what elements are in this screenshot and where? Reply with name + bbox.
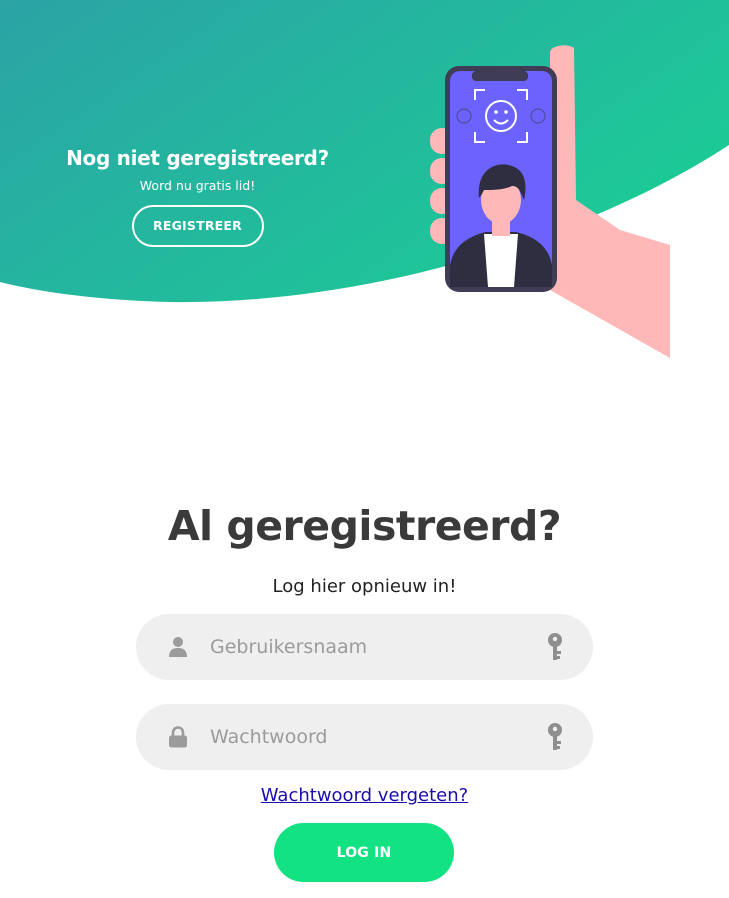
- promo-title: Nog niet geregistreerd?: [66, 146, 329, 170]
- login-title: Al geregistreerd?: [167, 502, 562, 550]
- phone-face-recognition-illustration: [430, 45, 670, 358]
- hand-shape: [550, 45, 670, 358]
- key-icon[interactable]: [545, 632, 565, 662]
- lock-icon: [169, 726, 187, 748]
- register-promo: Nog niet geregistreerd? Word nu gratis l…: [40, 146, 355, 247]
- forgot-password: Wachtwoord vergeten?: [0, 785, 729, 806]
- username-field: [136, 614, 593, 680]
- password-field: [136, 704, 593, 770]
- phone-notch: [472, 71, 528, 81]
- user-icon: [169, 637, 187, 657]
- login-button[interactable]: LOG IN: [274, 823, 454, 882]
- promo-subtitle: Word nu gratis lid!: [139, 178, 256, 193]
- login-subtitle: Log hier opnieuw in!: [272, 576, 457, 597]
- password-input[interactable]: [210, 704, 530, 770]
- forgot-password-link[interactable]: Wachtwoord vergeten?: [261, 785, 468, 806]
- register-button[interactable]: REGISTREER: [131, 205, 264, 247]
- username-input[interactable]: [210, 614, 530, 680]
- key-icon[interactable]: [545, 722, 565, 752]
